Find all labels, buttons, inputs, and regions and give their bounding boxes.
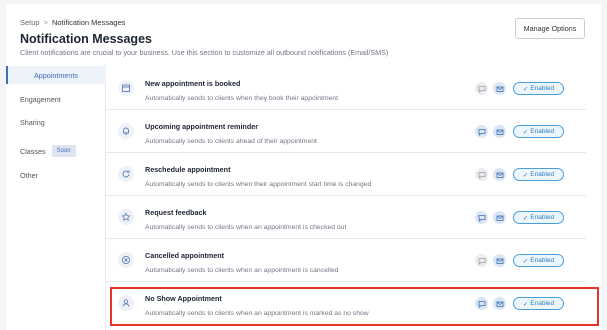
check-icon: ✓ — [522, 128, 529, 136]
notification-title: No Show Appointment — [145, 294, 222, 303]
breadcrumb-separator: > — [43, 18, 48, 27]
check-icon: ✓ — [522, 300, 529, 308]
notification-description: Automatically sends to clients when an a… — [145, 310, 369, 317]
status-label: Enabled — [530, 85, 555, 92]
status-badge[interactable]: ✓ Enabled — [513, 254, 564, 267]
check-icon: ✓ — [522, 257, 529, 265]
sidebar-item-other[interactable]: Other — [6, 166, 106, 184]
page-title: Notification Messages — [20, 32, 152, 46]
breadcrumb-setup-link[interactable]: Setup — [20, 18, 40, 27]
sms-icon[interactable] — [475, 82, 488, 95]
check-icon: ✓ — [522, 171, 529, 179]
status-label: Enabled — [530, 214, 555, 221]
notification-title: Reschedule appointment — [145, 165, 231, 174]
email-icon[interactable] — [493, 168, 506, 181]
notification-title: Upcoming appointment reminder — [145, 122, 259, 131]
star-icon — [118, 209, 134, 225]
page-subtitle: Client notifications are crucial to your… — [20, 48, 389, 57]
sidebar-item-label: Engagement — [20, 94, 61, 104]
check-icon: ✓ — [522, 85, 529, 93]
sidebar-item-appointments[interactable]: Appointments — [6, 66, 106, 84]
sidebar-item-label: Appointments — [34, 70, 78, 80]
status-badge[interactable]: ✓ Enabled — [513, 125, 564, 138]
sidebar: Appointments Engagement Sharing Classes … — [6, 64, 106, 330]
status-badge[interactable]: ✓ Enabled — [513, 211, 564, 224]
notification-title: New appointment is booked — [145, 79, 241, 88]
notification-description: Automatically sends to clients when thei… — [145, 181, 372, 188]
notification-title: Cancelled appointment — [145, 251, 225, 260]
sms-icon[interactable] — [475, 254, 488, 267]
user-icon — [118, 295, 134, 311]
notification-row[interactable]: Cancelled appointment Automatically send… — [106, 239, 586, 282]
sms-icon[interactable] — [475, 125, 488, 138]
calendar-icon — [118, 80, 134, 96]
sidebar-item-engagement[interactable]: Engagement — [6, 90, 106, 108]
notification-description: Automatically sends to clients ahead of … — [145, 138, 317, 145]
email-icon[interactable] — [493, 82, 506, 95]
email-icon[interactable] — [493, 297, 506, 310]
status-badge[interactable]: ✓ Enabled — [513, 168, 564, 181]
status-label: Enabled — [530, 128, 555, 135]
breadcrumb: Setup > Notification Messages — [20, 18, 125, 27]
sms-icon[interactable] — [475, 297, 488, 310]
notification-row[interactable]: Upcoming appointment reminder Automatica… — [106, 110, 586, 153]
email-icon[interactable] — [493, 125, 506, 138]
sidebar-item-label: Sharing — [20, 117, 45, 127]
breadcrumb-current: Notification Messages — [52, 18, 126, 27]
check-icon: ✓ — [522, 214, 529, 222]
notification-row[interactable]: Request feedback Automatically sends to … — [106, 196, 586, 239]
manage-options-button[interactable]: Manage Options — [515, 18, 585, 39]
soon-badge: Soon — [51, 145, 76, 157]
notification-description: Automatically sends to clients when an a… — [145, 224, 347, 231]
status-badge[interactable]: ✓ Enabled — [513, 297, 564, 310]
notification-row[interactable]: New appointment is booked Automatically … — [106, 67, 586, 110]
bell-icon — [118, 123, 134, 139]
refresh-icon — [118, 166, 134, 182]
sidebar-item-sharing[interactable]: Sharing — [6, 113, 106, 131]
sidebar-item-label: Other — [20, 170, 38, 180]
notification-description: Automatically sends to clients when an a… — [145, 267, 339, 274]
sidebar-item-label: Classes — [20, 146, 46, 156]
sms-icon[interactable] — [475, 168, 488, 181]
notification-description: Automatically sends to clients when they… — [145, 95, 339, 102]
email-icon[interactable] — [493, 254, 506, 267]
email-icon[interactable] — [493, 211, 506, 224]
notification-row[interactable]: Reschedule appointment Automatically sen… — [106, 153, 586, 196]
status-badge[interactable]: ✓ Enabled — [513, 82, 564, 95]
status-label: Enabled — [530, 171, 555, 178]
notification-settings-page: Setup > Notification Messages Notification… — [6, 4, 601, 330]
x-circle-icon — [118, 252, 134, 268]
status-label: Enabled — [530, 300, 555, 307]
notification-title: Request feedback — [145, 208, 207, 217]
status-label: Enabled — [530, 257, 555, 264]
sms-icon[interactable] — [475, 211, 488, 224]
sidebar-item-classes[interactable]: Classes Soon — [6, 142, 106, 160]
notification-row[interactable]: No Show Appointment Automatically sends … — [106, 282, 586, 325]
